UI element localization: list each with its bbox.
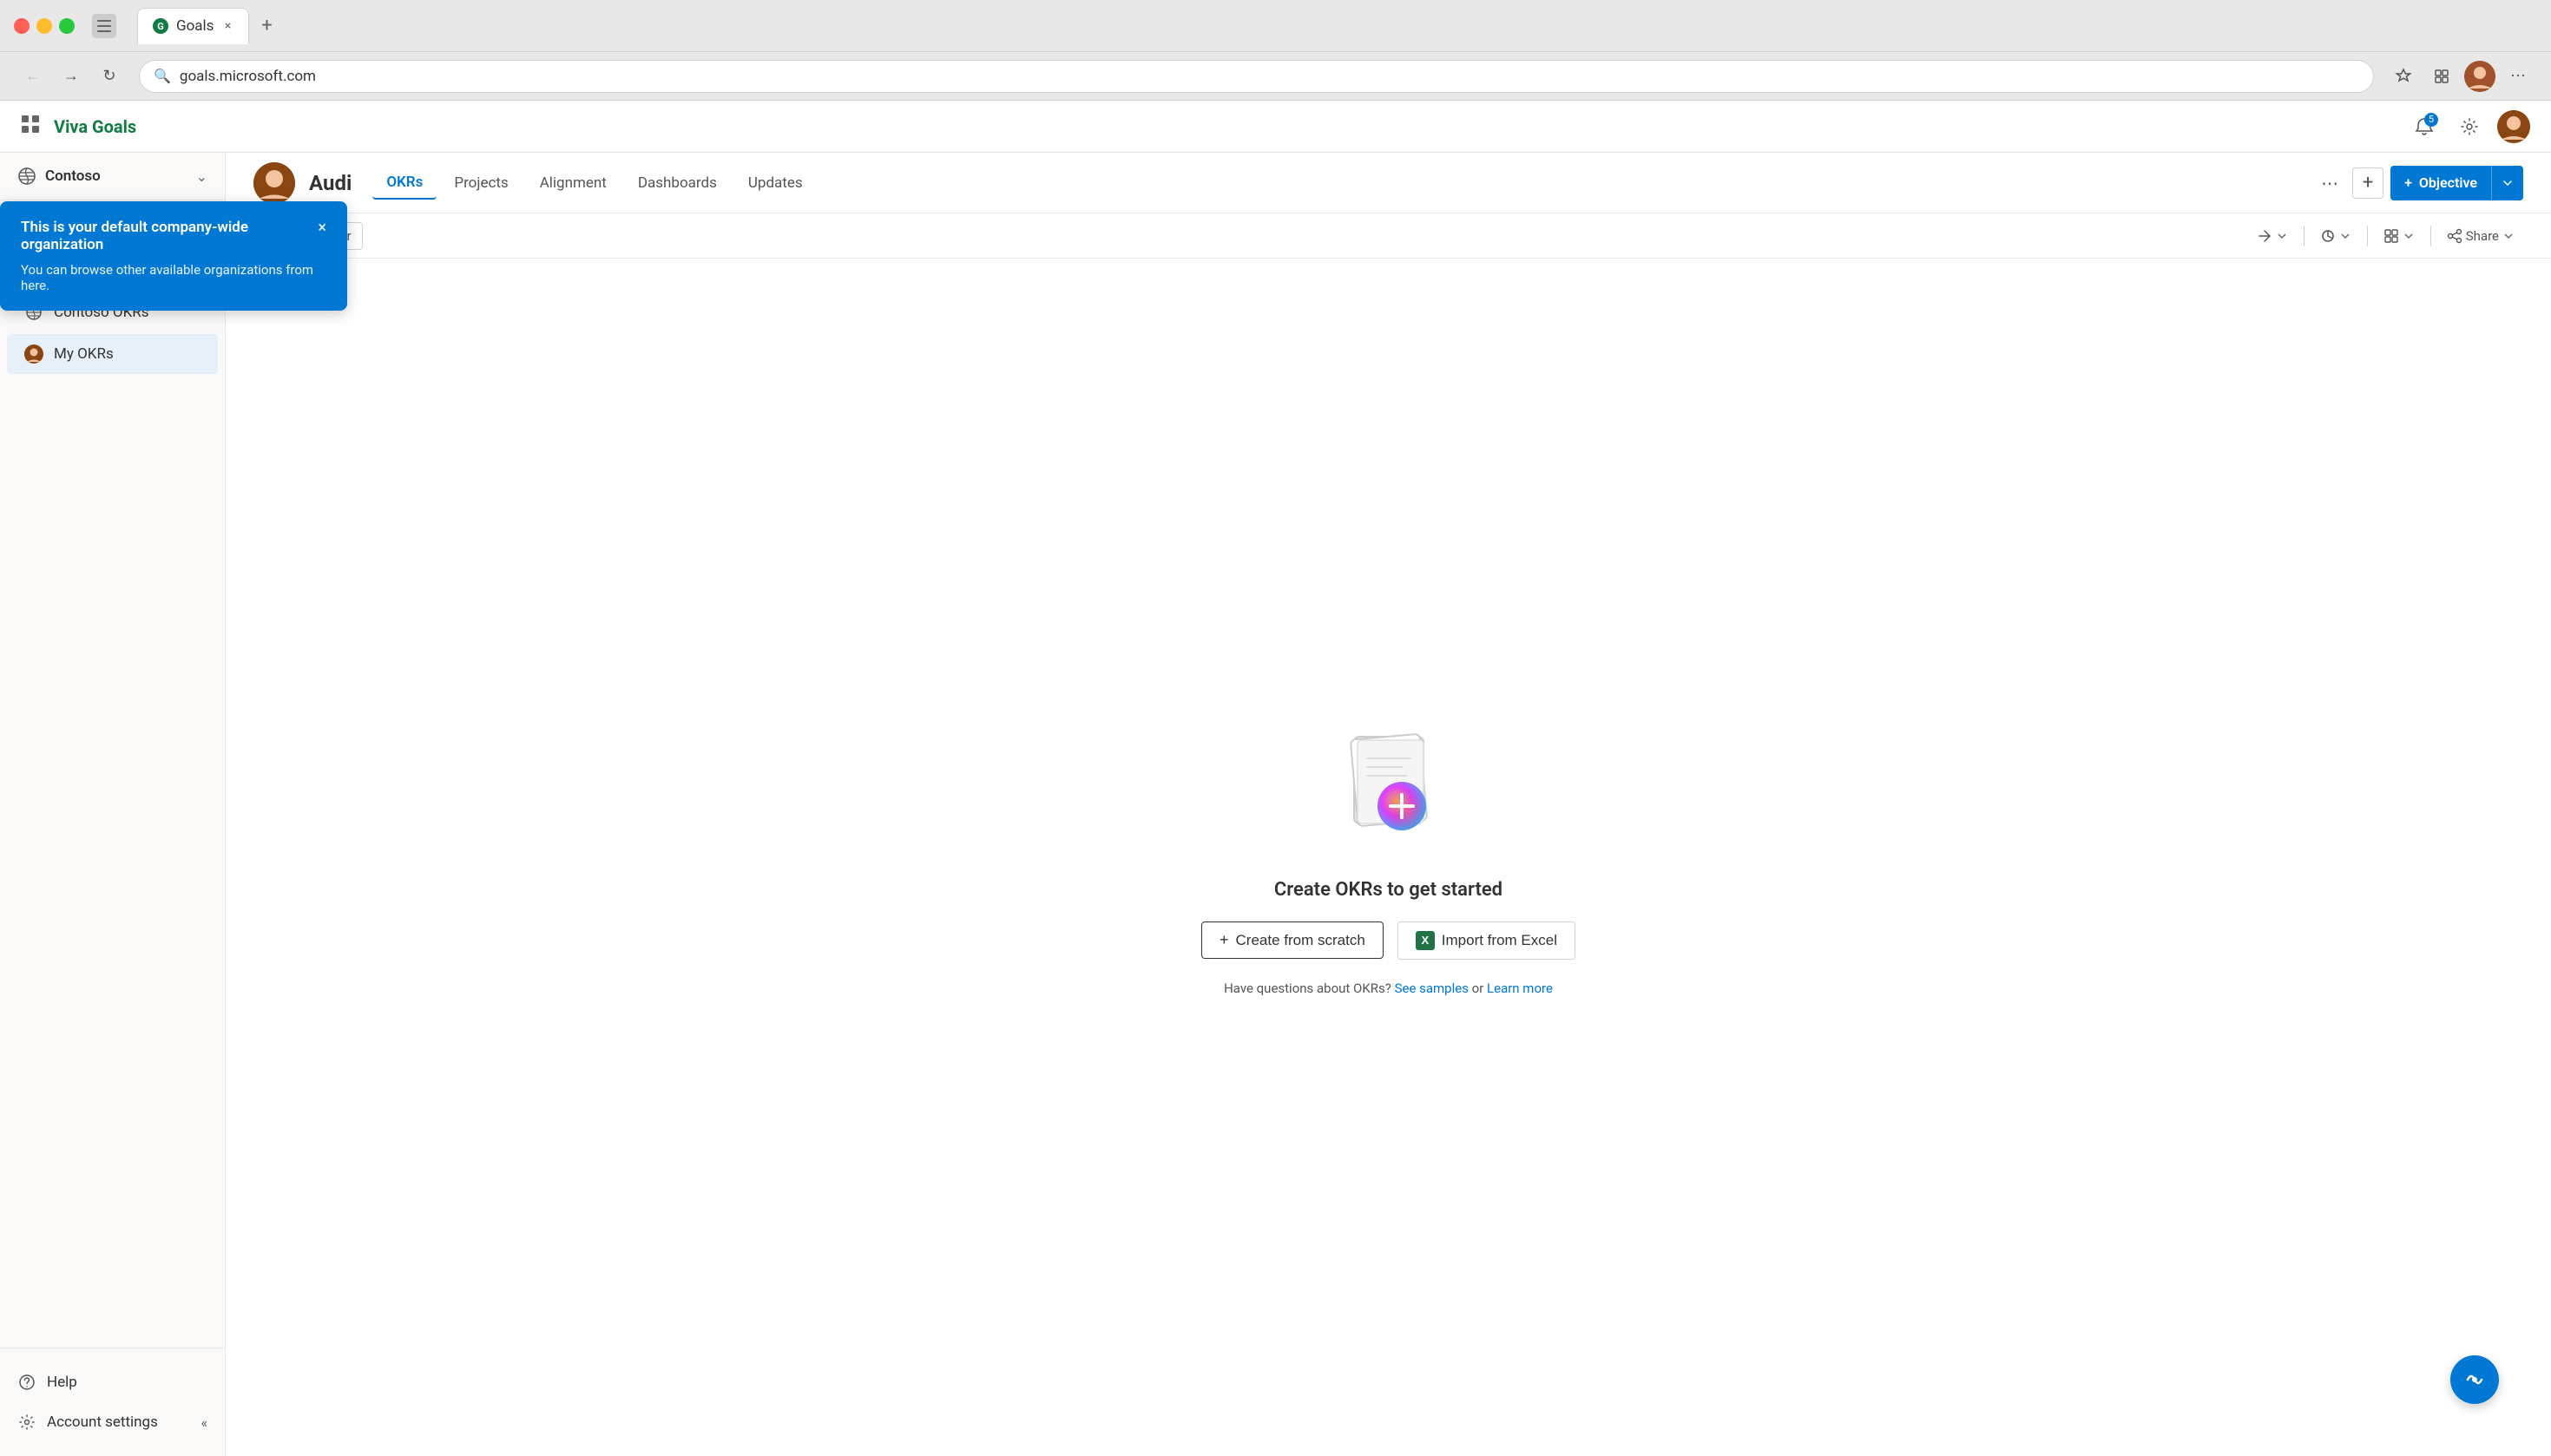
sidebar: Contoso ⌄ This is your default company-w… [0, 153, 226, 1456]
page-title: Audi [309, 171, 352, 195]
active-tab[interactable]: G Goals × [137, 8, 249, 44]
header-more-button[interactable]: ⋯ [2314, 167, 2345, 199]
close-traffic-light[interactable] [14, 18, 30, 34]
nav-buttons: ← → ↻ [17, 61, 125, 92]
share-button[interactable]: Share [2438, 223, 2523, 249]
share-label: Share [2466, 228, 2499, 244]
app-topbar: Viva Goals 5 [0, 101, 2551, 153]
add-objective-button[interactable]: + Objective [2390, 166, 2523, 200]
objective-btn-dropdown[interactable] [2492, 166, 2523, 200]
header-actions: ⋯ + + Objective [2314, 166, 2523, 200]
forward-button[interactable]: → [56, 61, 87, 92]
new-tab-button[interactable]: + [253, 12, 280, 40]
view-mode-button[interactable] [2311, 223, 2360, 249]
page-user-avatar [253, 162, 295, 204]
browser-star-icon[interactable] [2388, 61, 2419, 92]
notification-button[interactable]: 5 [2407, 109, 2442, 144]
empty-state-help: Have questions about OKRs? See samples o… [1224, 981, 1553, 996]
sidebar-footer: Help Account settings « [0, 1348, 225, 1456]
sidebar-nav: ⋯ More ▼ Pinned Contoso OKRs [0, 200, 225, 1348]
tab-projects[interactable]: Projects [440, 167, 522, 199]
browser-more-icon[interactable]: ⋯ [2502, 61, 2534, 92]
browser-sidebar-toggle[interactable] [92, 14, 116, 38]
empty-state-title: Create OKRs to get started [1274, 879, 1502, 901]
svg-text:G: G [157, 21, 164, 32]
browser-titlebar: G Goals × + [0, 0, 2551, 52]
excel-icon: X [1416, 931, 1435, 950]
empty-state-actions: + Create from scratch X Import from Exce… [1201, 921, 1575, 960]
org-name: Contoso [45, 167, 187, 185]
header-plus-button[interactable]: + [2352, 167, 2383, 199]
sub-divider-2 [2367, 226, 2368, 246]
traffic-lights [14, 18, 75, 34]
tab-okrs[interactable]: OKRs [372, 167, 437, 200]
layout-button[interactable] [2375, 223, 2423, 249]
sidebar-help[interactable]: Help [0, 1362, 225, 1402]
back-button[interactable]: ← [17, 61, 49, 92]
tab-favicon: G [152, 17, 169, 35]
or-text: or [1469, 981, 1487, 996]
org-tooltip: This is your default company-wide organi… [0, 201, 347, 311]
tab-close-button[interactable]: × [220, 19, 234, 33]
maximize-traffic-light[interactable] [59, 18, 75, 34]
import-btn-label: Import from Excel [1442, 932, 1557, 949]
apps-grid-icon[interactable] [21, 115, 40, 139]
objective-btn-label[interactable]: + Objective [2390, 174, 2491, 191]
sidebar-item-my-okrs[interactable]: My OKRs [7, 334, 218, 374]
empty-state: Create OKRs to get started + Create from… [226, 259, 2551, 1456]
sub-divider-3 [2430, 226, 2431, 246]
settings-button[interactable] [2452, 109, 2487, 144]
empty-illustration [1319, 719, 1458, 858]
create-from-scratch-button[interactable]: + Create from scratch [1201, 921, 1384, 959]
main-content: Audi OKRs Projects Alignment Dashboards … [226, 153, 2551, 1456]
app-body: Contoso ⌄ This is your default company-w… [0, 153, 2551, 1456]
settings-gear-icon [17, 1413, 36, 1432]
org-selector[interactable]: Contoso ⌄ This is your default company-w… [0, 153, 225, 200]
objective-label-text: Objective [2419, 174, 2477, 191]
nav-tabs: OKRs Projects Alignment Dashboards Updat… [372, 167, 816, 200]
import-from-excel-button[interactable]: X Import from Excel [1397, 921, 1575, 960]
plus-create-icon: + [1220, 931, 1229, 949]
see-samples-link[interactable]: See samples [1395, 981, 1469, 996]
url-text: goals.microsoft.com [180, 68, 2359, 85]
help-text: Have questions about OKRs? [1224, 981, 1395, 996]
collapse-sidebar-icon[interactable]: « [201, 1414, 207, 1431]
tab-bar: G Goals × + [137, 8, 2537, 44]
copilot-fab-button[interactable] [2450, 1355, 2499, 1404]
tooltip-close-button[interactable]: × [318, 219, 326, 237]
org-chevron-icon: ⌄ [196, 168, 207, 185]
help-label: Help [47, 1374, 77, 1391]
sub-toolbar: ⋯ Filter [226, 213, 2551, 259]
tooltip-body: You can browse other available organizat… [21, 262, 326, 293]
tab-dashboards[interactable]: Dashboards [624, 167, 731, 199]
app-logo: Viva Goals [54, 116, 136, 137]
tab-title: Goals [176, 17, 214, 35]
tooltip-title: This is your default company-wide organi… [21, 219, 318, 253]
globe-icon [17, 167, 36, 186]
expand-button[interactable] [2248, 223, 2297, 249]
app-container: Viva Goals 5 [0, 101, 2551, 1456]
learn-more-link[interactable]: Learn more [1487, 981, 1553, 996]
url-bar[interactable]: 🔍 goals.microsoft.com [139, 60, 2374, 93]
notification-badge: 5 [2424, 113, 2438, 127]
help-icon [17, 1373, 36, 1392]
sidebar-account-settings[interactable]: Account settings « [0, 1402, 225, 1442]
tab-updates[interactable]: Updates [734, 167, 817, 199]
topbar-actions: 5 [2407, 109, 2530, 144]
user-avatar[interactable] [2497, 110, 2530, 143]
my-okrs-avatar [24, 344, 43, 364]
tab-alignment[interactable]: Alignment [526, 167, 621, 199]
browser-profile-icon[interactable] [2464, 61, 2495, 92]
search-icon: 🔍 [154, 68, 171, 84]
browser-collections-icon[interactable] [2426, 61, 2457, 92]
content-header: Audi OKRs Projects Alignment Dashboards … [226, 153, 2551, 213]
create-btn-label: Create from scratch [1236, 932, 1365, 949]
my-okrs-label: My OKRs [54, 345, 114, 363]
refresh-button[interactable]: ↻ [94, 61, 125, 92]
browser-actions: ⋯ [2388, 61, 2534, 92]
address-bar: ← → ↻ 🔍 goals.microsoft.com ⋯ [0, 52, 2551, 101]
minimize-traffic-light[interactable] [36, 18, 52, 34]
account-settings-label: Account settings [47, 1413, 158, 1431]
